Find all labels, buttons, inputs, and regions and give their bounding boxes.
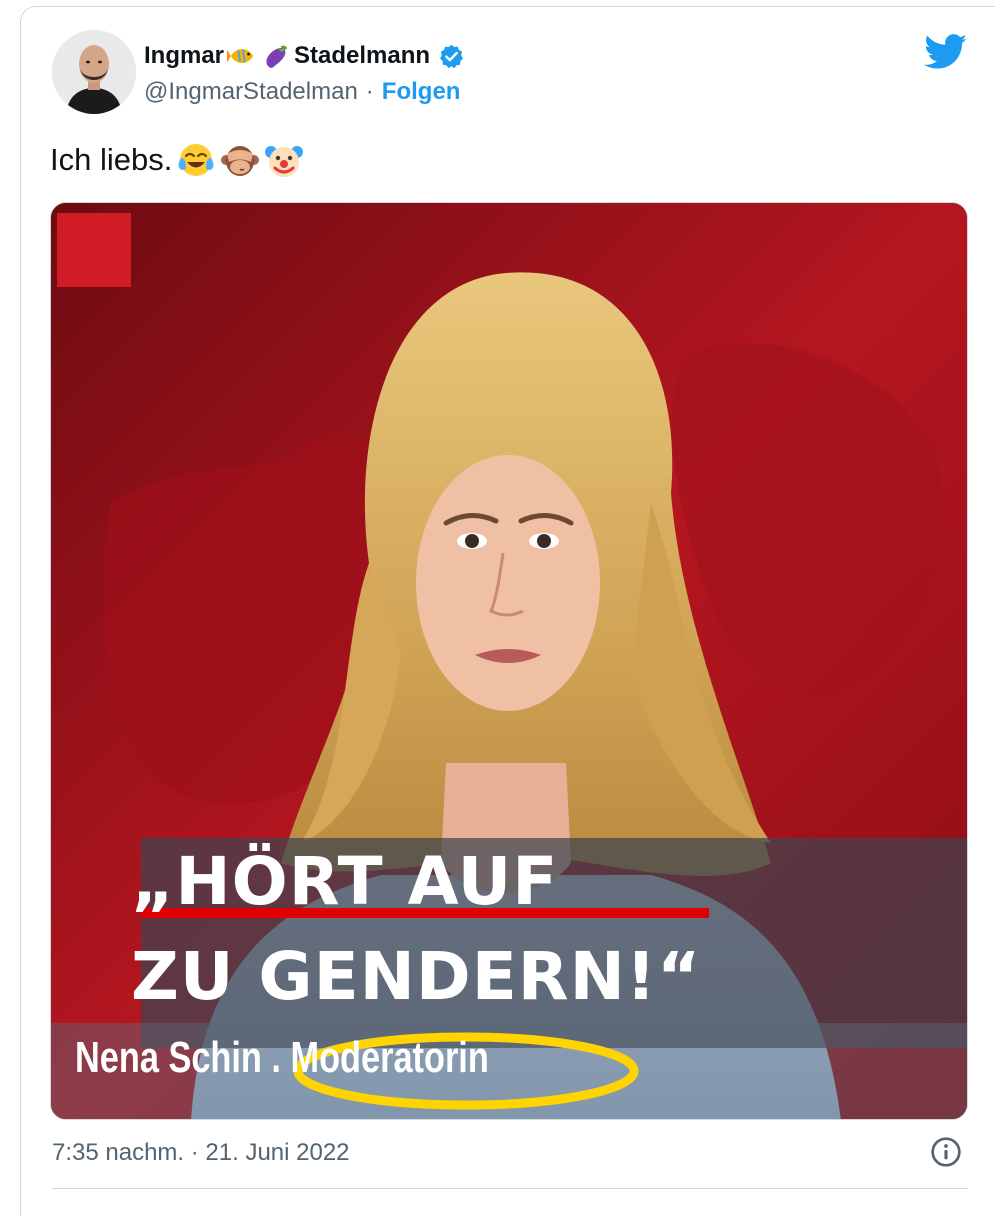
- avatar[interactable]: [52, 30, 136, 114]
- headline-line-2: ZU GENDERN!“: [131, 938, 702, 1015]
- verified-badge-icon: [440, 44, 464, 68]
- see-no-evil-monkey-emoji: [221, 146, 260, 176]
- twitter-bird-icon[interactable]: [924, 34, 968, 70]
- author-last-name: Stadelmann: [294, 42, 431, 69]
- eggplant-icon: [266, 45, 288, 68]
- divider: [52, 1188, 968, 1189]
- follow-button[interactable]: Folgen: [382, 78, 461, 106]
- tweet-body: Ich liebs.: [50, 142, 173, 177]
- clown-face-emoji: [265, 146, 304, 177]
- tweet-text: Ich liebs.: [50, 140, 304, 180]
- tears-of-joy-emoji: [178, 144, 214, 176]
- tweet-media-image[interactable]: „HÖRT AUF ZU GENDERN!“ Nena Schin . Mode…: [50, 202, 968, 1120]
- tweet-timestamp[interactable]: 7:35 nachm. · 21. Juni 2022: [52, 1138, 350, 1168]
- author-name[interactable]: Ingmar Stadelmann: [144, 40, 465, 72]
- author-handle-row: @IngmarStadelman · Folgen: [144, 77, 460, 107]
- fish-icon: [227, 48, 254, 64]
- media-caption: Nena Schin . Moderatorin: [75, 1033, 489, 1082]
- author-first-name: Ingmar: [144, 42, 225, 69]
- headline-line-1: „HÖRT AUF: [131, 843, 559, 920]
- info-icon[interactable]: [930, 1136, 962, 1168]
- author-handle[interactable]: @IngmarStadelman: [144, 78, 358, 106]
- separator-dot: ·: [365, 78, 374, 105]
- avatar-image: [52, 30, 136, 114]
